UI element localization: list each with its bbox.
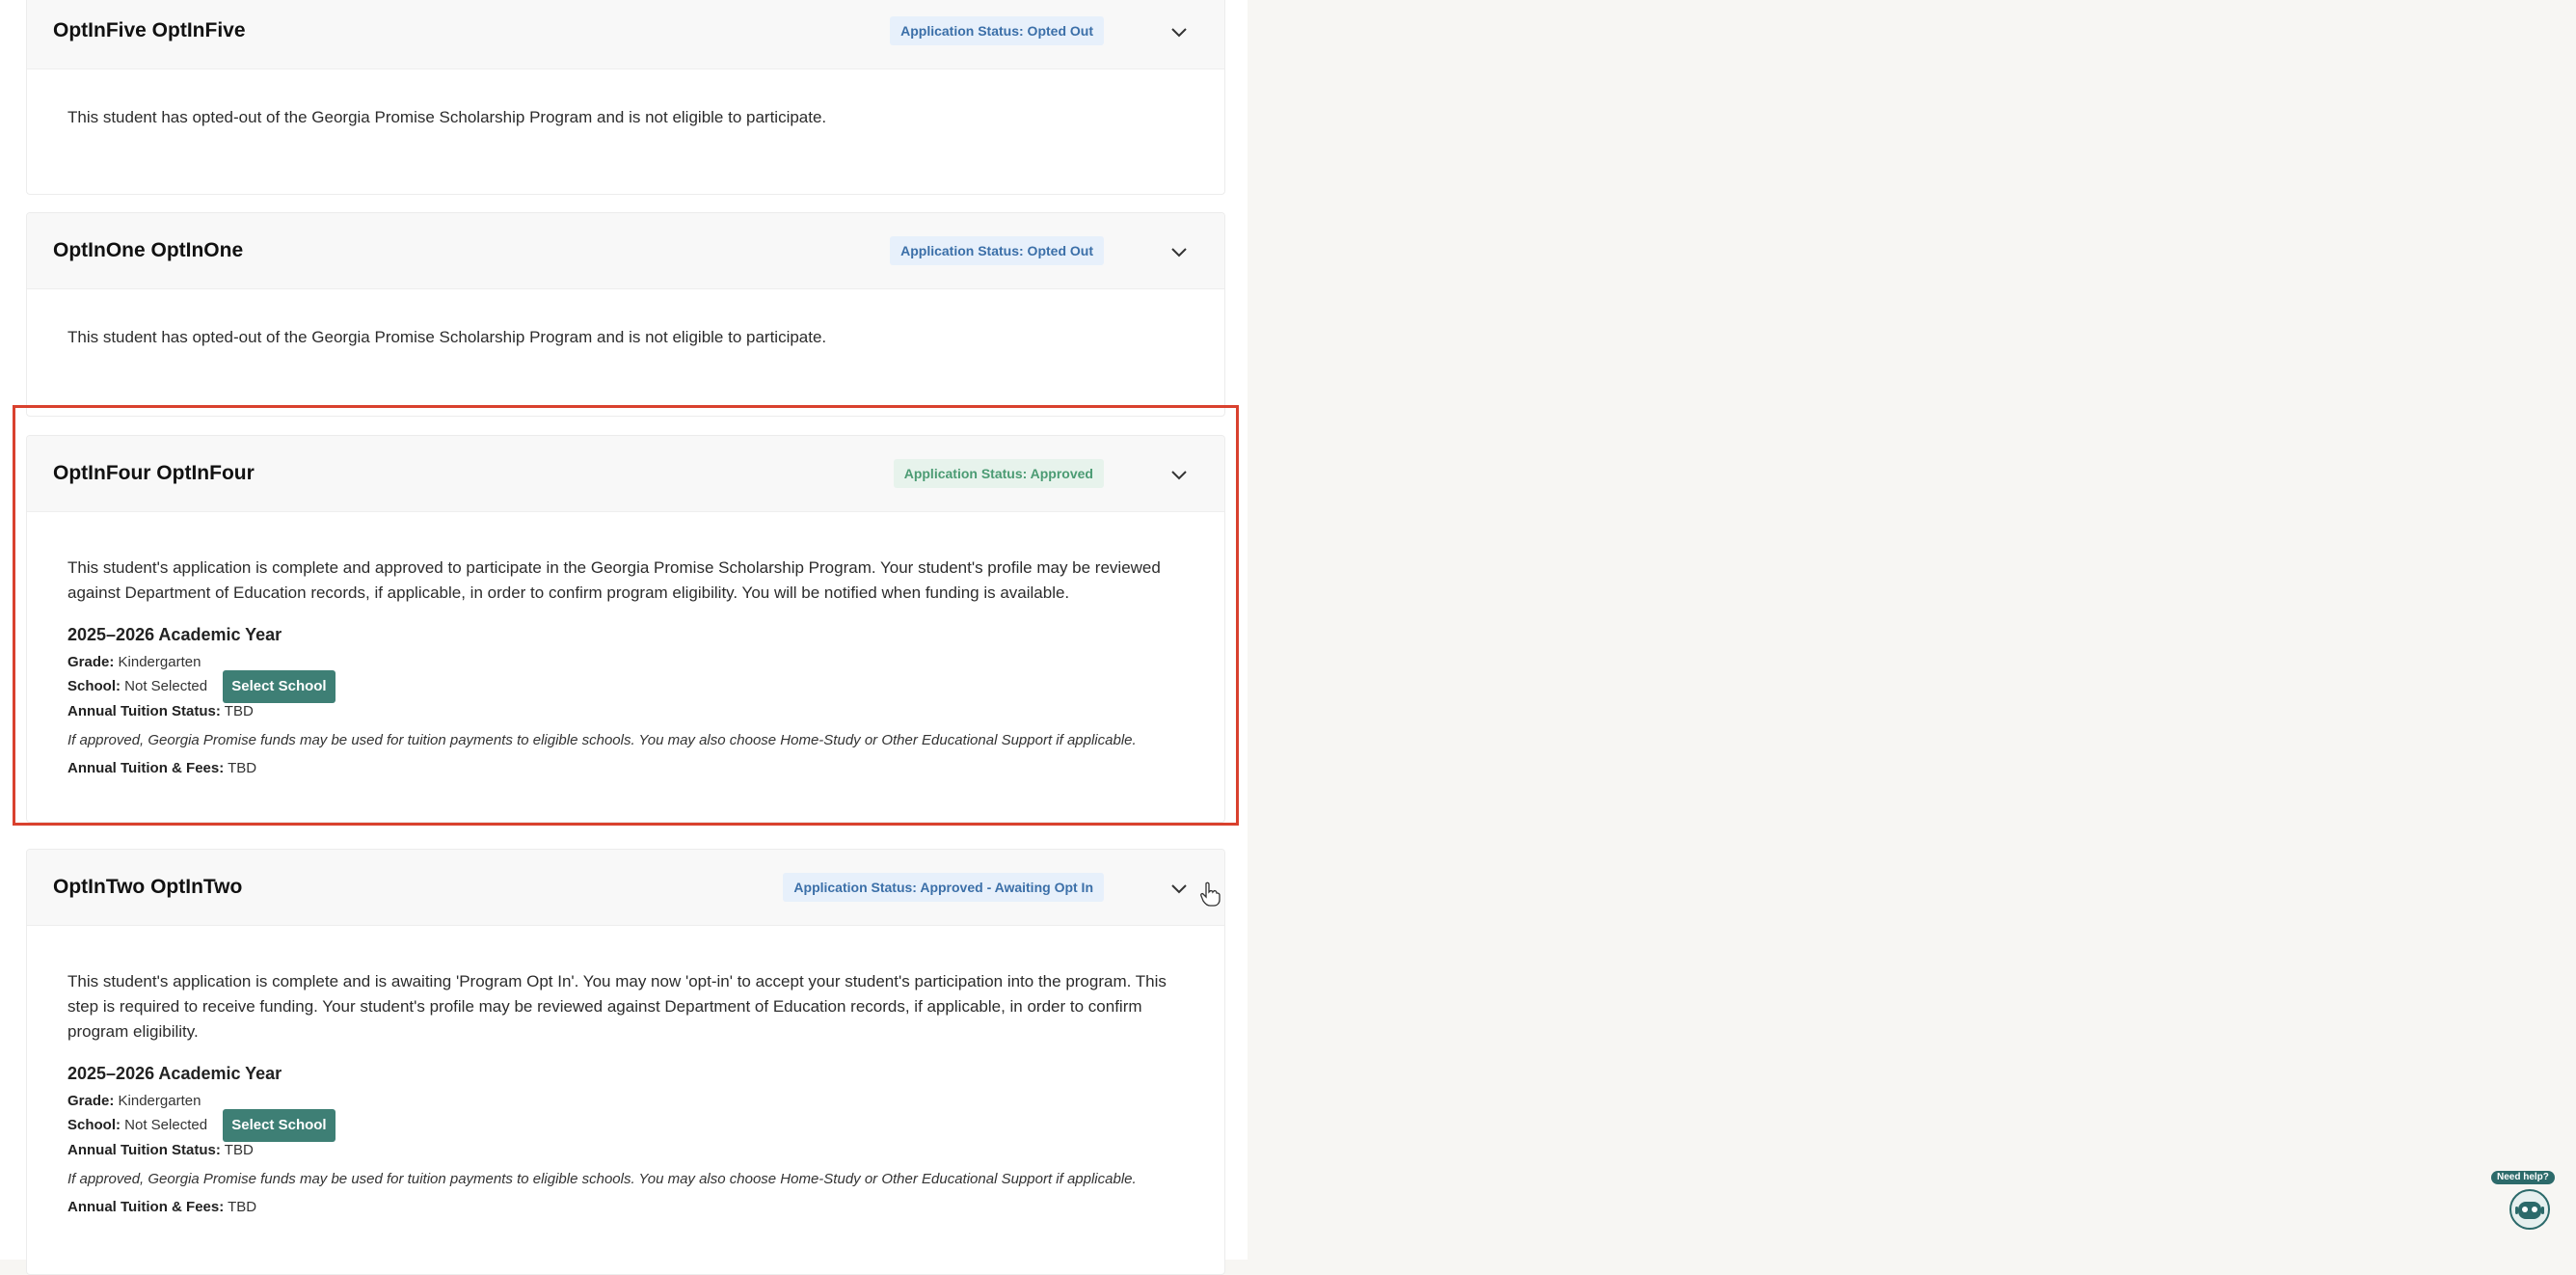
student-name: OptInOne OptInOne (53, 239, 244, 261)
student-card-header[interactable]: OptInFive OptInFive Application Status: … (27, 0, 1224, 69)
status-message: This student has opted-out of the Georgi… (67, 108, 827, 126)
grade-label: Grade: (67, 1093, 115, 1109)
student-list-pane: OptInFive OptInFive Application Status: … (0, 0, 1248, 1275)
select-school-button[interactable]: Select School (223, 670, 335, 703)
academic-year-title: 2025–2026 Academic Year (67, 1064, 282, 1083)
school-value: Not Selected (124, 1116, 208, 1133)
student-card-optinfour: OptInFour OptInFour Application Status: … (26, 435, 1225, 823)
tuition-status-value: TBD (224, 1142, 254, 1158)
status-badge: Application Status: Approved (893, 459, 1104, 488)
status-message: This student has opted-out of the Georgi… (67, 328, 827, 346)
academic-year-title: 2025–2026 Academic Year (67, 625, 282, 644)
tuition-fees-label: Annual Tuition & Fees: (67, 1199, 225, 1215)
school-label: School: (67, 677, 121, 694)
school-row: School: Not Selected Select School (67, 1109, 335, 1142)
student-name: OptInFour OptInFour (53, 462, 255, 484)
tuition-status-label: Annual Tuition Status: (67, 1142, 221, 1158)
school-row: School: Not Selected Select School (67, 670, 335, 703)
student-card-optintwo: OptInTwo OptInTwo Application Status: Ap… (26, 849, 1225, 1275)
select-school-button[interactable]: Select School (223, 1109, 335, 1142)
grade-value: Kindergarten (118, 1093, 201, 1109)
tuition-fees-row: Annual Tuition & Fees: TBD (67, 1199, 256, 1215)
help-label[interactable]: Need help? (2491, 1171, 2555, 1184)
tuition-status-value: TBD (224, 703, 254, 719)
status-badge: Application Status: Opted Out (890, 236, 1104, 265)
student-name: OptInFive OptInFive (53, 19, 246, 41)
chevron-down-icon[interactable] (1167, 876, 1192, 901)
chevron-down-icon[interactable] (1167, 239, 1192, 264)
status-badge: Application Status: Opted Out (890, 16, 1104, 45)
tuition-fees-row: Annual Tuition & Fees: TBD (67, 760, 256, 776)
funding-note: If approved, Georgia Promise funds may b… (67, 732, 1137, 748)
tuition-status-label: Annual Tuition Status: (67, 703, 221, 719)
student-card-optinfive: OptInFive OptInFive Application Status: … (26, 0, 1225, 195)
status-badge: Application Status: Approved - Awaiting … (783, 873, 1104, 902)
student-name: OptInTwo OptInTwo (53, 876, 243, 898)
school-label: School: (67, 1116, 121, 1133)
tuition-fees-value: TBD (228, 760, 257, 776)
tuition-fees-label: Annual Tuition & Fees: (67, 760, 225, 776)
chevron-down-icon[interactable] (1167, 19, 1192, 44)
student-card-header[interactable]: OptInFour OptInFour Application Status: … (27, 436, 1224, 512)
tuition-status-row: Annual Tuition Status: TBD (67, 703, 254, 719)
school-value: Not Selected (124, 677, 208, 694)
student-card-optinone: OptInOne OptInOne Application Status: Op… (26, 212, 1225, 417)
grade-label: Grade: (67, 654, 115, 670)
funding-note: If approved, Georgia Promise funds may b… (67, 1171, 1137, 1187)
tuition-fees-value: TBD (228, 1199, 257, 1215)
student-card-header[interactable]: OptInTwo OptInTwo Application Status: Ap… (27, 850, 1224, 926)
chatbot-icon[interactable] (2509, 1188, 2551, 1231)
chevron-down-icon[interactable] (1167, 462, 1192, 487)
student-card-header[interactable]: OptInOne OptInOne Application Status: Op… (27, 213, 1224, 289)
status-message: This student's application is complete a… (67, 972, 1167, 1041)
grade-row: Grade: Kindergarten (67, 1093, 201, 1109)
tuition-status-row: Annual Tuition Status: TBD (67, 1142, 254, 1158)
hand-pointer-icon (1200, 882, 1221, 907)
grade-value: Kindergarten (118, 654, 201, 670)
grade-row: Grade: Kindergarten (67, 654, 201, 670)
status-message: This student's application is complete a… (67, 558, 1161, 602)
